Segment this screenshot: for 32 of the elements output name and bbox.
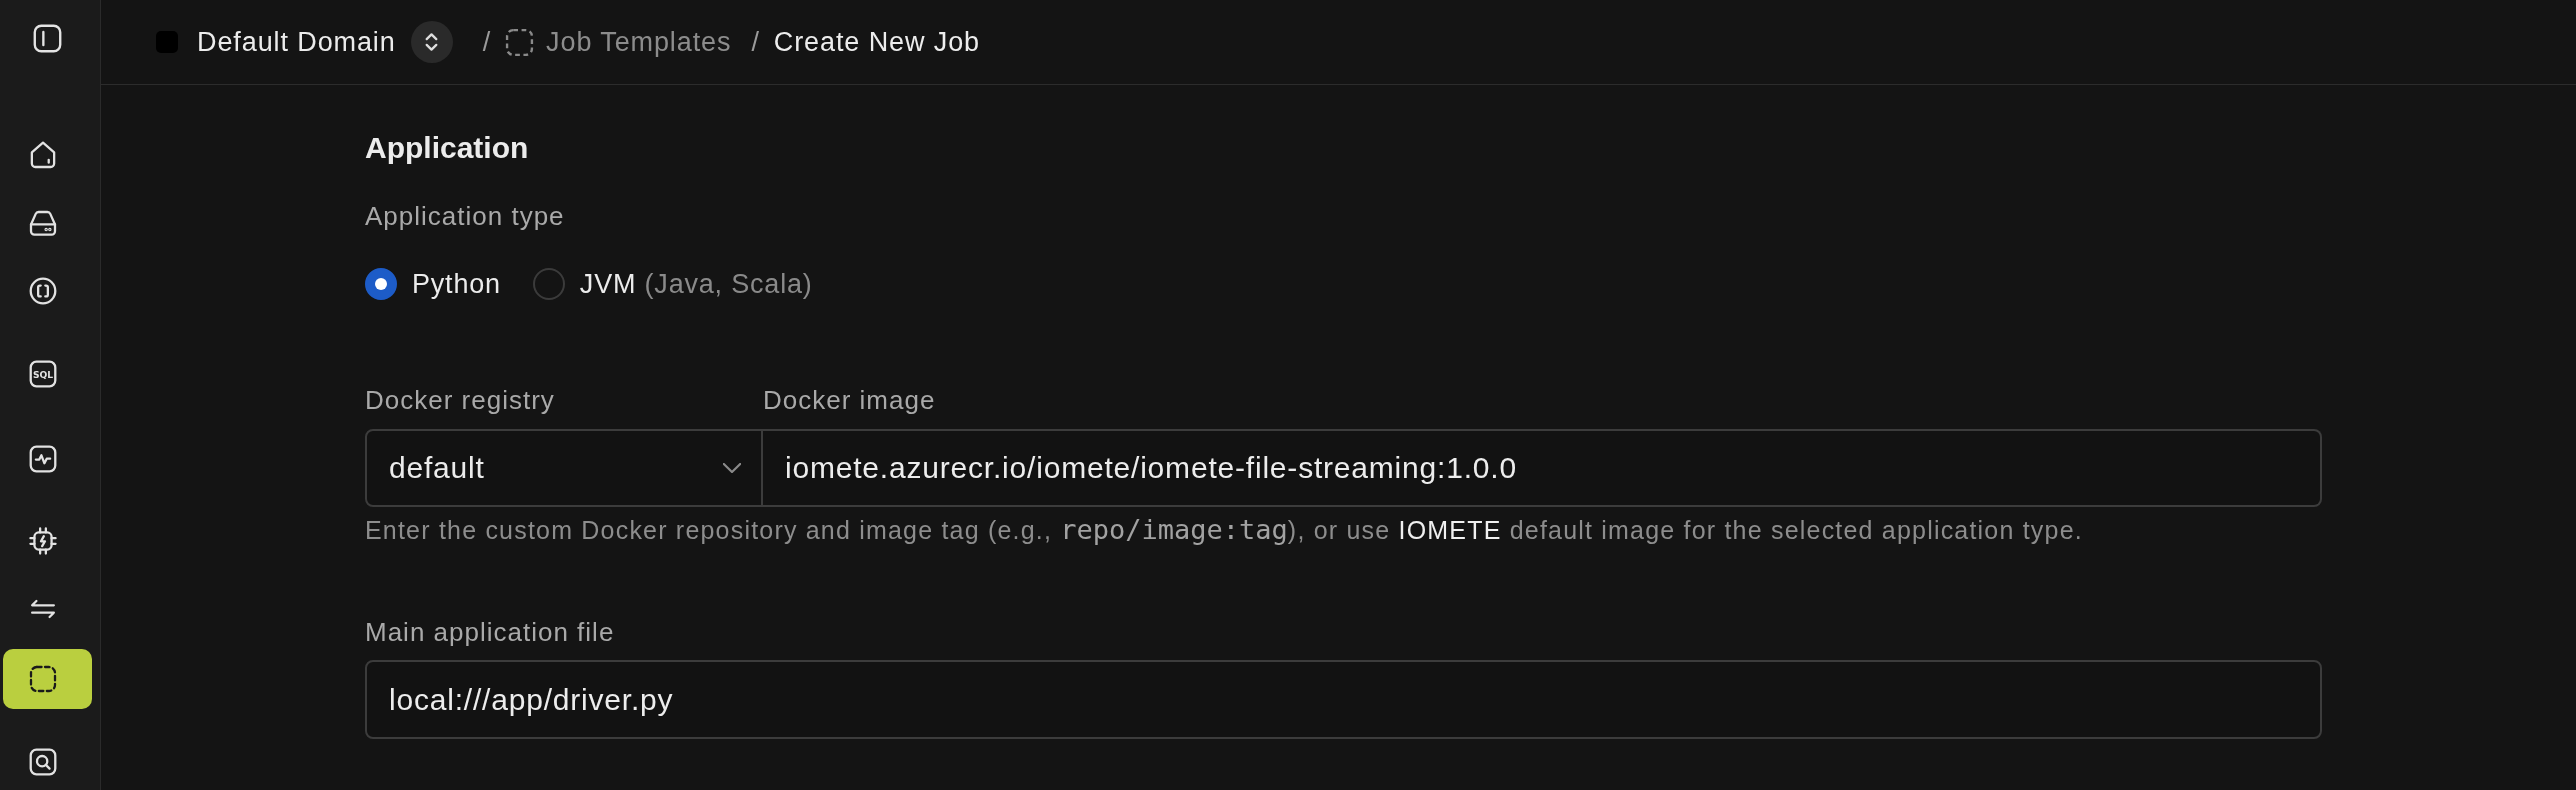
dashed-square-icon xyxy=(29,665,57,693)
nav-button[interactable] xyxy=(3,649,92,709)
chip-icon xyxy=(29,527,57,555)
home-icon xyxy=(29,141,57,169)
breadcrumb-link[interactable]: Job Templates xyxy=(546,26,732,58)
chevron-down-icon xyxy=(723,463,741,473)
hard-drive-icon xyxy=(29,209,57,237)
docker-image-field[interactable]: iomete.azurecr.io/iomete/iomete-file-streaming:1.0.0 xyxy=(763,429,2322,507)
domain-name: Default Domain xyxy=(197,26,396,58)
radio-label[interactable]: Python xyxy=(412,268,501,300)
breadcrumb-separator: / xyxy=(751,26,760,58)
field-label: Main application file xyxy=(365,616,615,648)
field-label: Docker image xyxy=(763,384,936,416)
domain-switch-button[interactable] xyxy=(410,21,453,63)
radio-button[interactable] xyxy=(365,268,397,300)
radio-label[interactable]: JVM (Java, Scala) xyxy=(579,268,813,300)
registry-dropdown[interactable]: default xyxy=(365,429,763,507)
help-text: Enter the custom Docker repository and image tag (e.g., repo/image:tag), or use IOMETE default image for the selected application type. xyxy=(365,515,2083,545)
search-icon xyxy=(29,748,57,776)
field-label: Application type xyxy=(365,200,565,232)
braces-icon xyxy=(29,277,57,305)
section-title: Application xyxy=(365,130,529,166)
main-application-file-field[interactable]: local:///app/driver.py xyxy=(365,660,2322,739)
panel-icon[interactable] xyxy=(33,24,62,53)
breadcrumb-current: Create New Job xyxy=(773,26,980,58)
chevron-up-down-icon xyxy=(425,32,439,52)
sql-icon: SQL xyxy=(29,360,57,388)
nav-button[interactable]: SQL xyxy=(3,344,92,404)
field-label: Docker registry xyxy=(365,384,555,416)
breadcrumb-separator: / xyxy=(482,26,492,58)
radio-button[interactable] xyxy=(532,268,565,300)
activity-icon xyxy=(29,445,57,473)
